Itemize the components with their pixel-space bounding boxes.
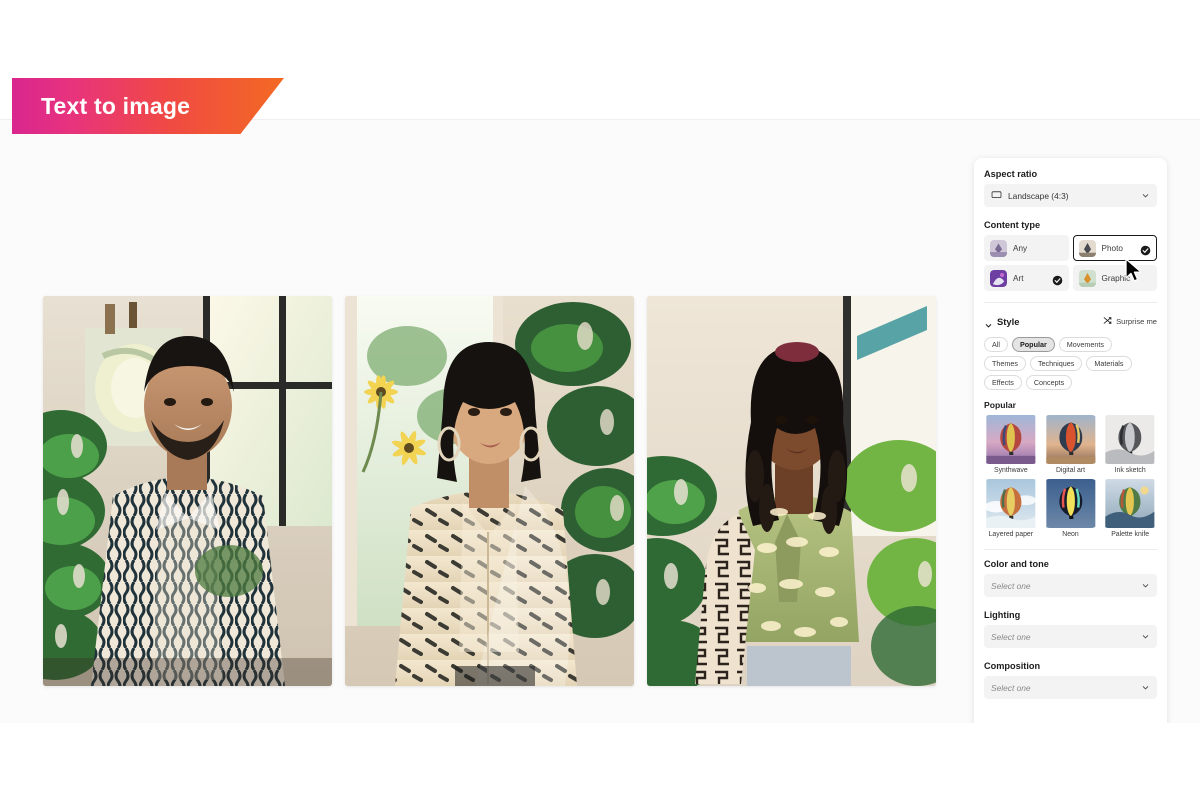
- surprise-me-button[interactable]: Surprise me: [1103, 312, 1157, 330]
- panel-divider-1: [984, 302, 1157, 303]
- aspect-ratio-label: Aspect ratio: [984, 169, 1038, 179]
- color-and-tone-value: Select one: [991, 580, 1031, 591]
- style-chip-movements[interactable]: Movements: [1058, 337, 1112, 352]
- photo-thumbnail-icon: [1078, 239, 1096, 257]
- generated-image-2[interactable]: [345, 296, 634, 686]
- lighting-select[interactable]: Select one: [984, 625, 1157, 648]
- content-type-any-label: Any: [1013, 243, 1028, 253]
- chevron-down-icon: [1141, 191, 1150, 200]
- style-chip-all[interactable]: All: [984, 337, 1008, 352]
- generated-image-1[interactable]: [43, 296, 332, 686]
- style-header[interactable]: Style Surprise me: [984, 312, 1157, 330]
- content-type-graphic[interactable]: Graphic: [1072, 265, 1157, 291]
- shuffle-icon: [1103, 312, 1112, 330]
- photo-check-icon: [1140, 243, 1151, 255]
- lighting-value: Select one: [991, 631, 1031, 642]
- aspect-ratio-value: Landscape (4:3): [1008, 190, 1069, 201]
- popular-style-grid: Synthwave Digital art Ink sketch Layered…: [984, 415, 1157, 538]
- any-thumbnail-icon: [990, 239, 1007, 257]
- chevron-down-icon: [1141, 683, 1150, 692]
- art-thumbnail-icon: [990, 269, 1007, 287]
- content-type-photo[interactable]: Photo: [1072, 235, 1157, 261]
- style-name-palette-knife: Palette knife: [1111, 531, 1150, 538]
- aspect-ratio-select[interactable]: Landscape (4:3): [984, 184, 1157, 207]
- app-window: Portrait of a person in an art studio wi…: [0, 78, 1200, 723]
- style-chip-popular[interactable]: Popular: [1012, 337, 1055, 352]
- style-card-layered-paper[interactable]: Layered paper: [984, 479, 1038, 538]
- digital-art-balloon-thumbnail-icon: [1044, 415, 1098, 464]
- panel-divider-2: [984, 549, 1157, 550]
- style-chevron-down-icon[interactable]: [984, 317, 993, 328]
- results-canvas: Portrait of a person in an art studio wi…: [0, 120, 960, 723]
- composition-select[interactable]: Select one: [984, 676, 1157, 699]
- style-card-ink-sketch[interactable]: Ink sketch: [1103, 415, 1157, 474]
- style-card-digital-art[interactable]: Digital art: [1044, 415, 1098, 474]
- layered-paper-balloon-thumbnail-icon: [984, 479, 1038, 528]
- art-check-icon: [1052, 273, 1063, 285]
- banner-title: Text to image: [41, 92, 191, 119]
- content-type-art-label: Art: [1013, 273, 1024, 283]
- text-to-image-banner: Text to image: [12, 78, 284, 134]
- style-name-neon: Neon: [1062, 531, 1079, 538]
- content-type-any[interactable]: Any: [984, 235, 1069, 261]
- content-type-photo-label: Photo: [1101, 243, 1123, 253]
- style-chip-themes[interactable]: Themes: [984, 356, 1026, 371]
- content-type-art[interactable]: Art: [984, 265, 1069, 291]
- screenshot-root: Portrait of a person in an art studio wi…: [0, 0, 1200, 800]
- palette-knife-balloon-thumbnail-icon: [1103, 479, 1157, 528]
- style-card-palette-knife[interactable]: Palette knife: [1103, 479, 1157, 538]
- surprise-me-label: Surprise me: [1116, 316, 1157, 326]
- chevron-down-icon: [1141, 632, 1150, 641]
- settings-panel: Aspect ratio Landscape (4:3) Content typ…: [974, 158, 1167, 723]
- generated-image-3[interactable]: [647, 296, 936, 686]
- landscape-rectangle-icon: [991, 189, 1002, 202]
- style-name-digital-art: Digital art: [1055, 467, 1086, 474]
- style-title: Style: [997, 315, 1020, 327]
- popular-section-label: Popular: [984, 400, 1016, 410]
- style-chip-techniques[interactable]: Techniques: [1029, 356, 1083, 371]
- style-card-synthwave[interactable]: Synthwave: [984, 415, 1038, 474]
- color-and-tone-label: Color and tone: [984, 559, 1049, 569]
- ink-sketch-balloon-thumbnail-icon: [1103, 415, 1157, 464]
- composition-value: Select one: [991, 682, 1031, 693]
- results-grid: [43, 296, 936, 686]
- style-chip-concepts[interactable]: Concepts: [1025, 375, 1073, 390]
- style-name-synthwave: Synthwave: [993, 467, 1028, 474]
- style-name-ink-sketch: Ink sketch: [1114, 467, 1146, 474]
- style-chip-materials[interactable]: Materials: [1086, 356, 1132, 371]
- color-and-tone-select[interactable]: Select one: [984, 574, 1157, 597]
- graphic-thumbnail-icon: [1078, 269, 1096, 287]
- content-type-label: Content type: [984, 220, 1041, 230]
- neon-balloon-thumbnail-icon: [1044, 479, 1098, 528]
- style-name-layered-paper: Layered paper: [988, 531, 1034, 538]
- composition-label: Composition: [984, 661, 1041, 671]
- chevron-down-icon: [1141, 581, 1150, 590]
- lighting-label: Lighting: [984, 610, 1021, 620]
- style-chip-effects[interactable]: Effects: [984, 375, 1022, 390]
- synthwave-balloon-thumbnail-icon: [984, 415, 1038, 464]
- style-filter-chips: All Popular Movements Themes Techniques …: [984, 337, 1157, 390]
- mouse-cursor-icon: [1125, 258, 1144, 284]
- style-card-neon[interactable]: Neon: [1044, 479, 1098, 538]
